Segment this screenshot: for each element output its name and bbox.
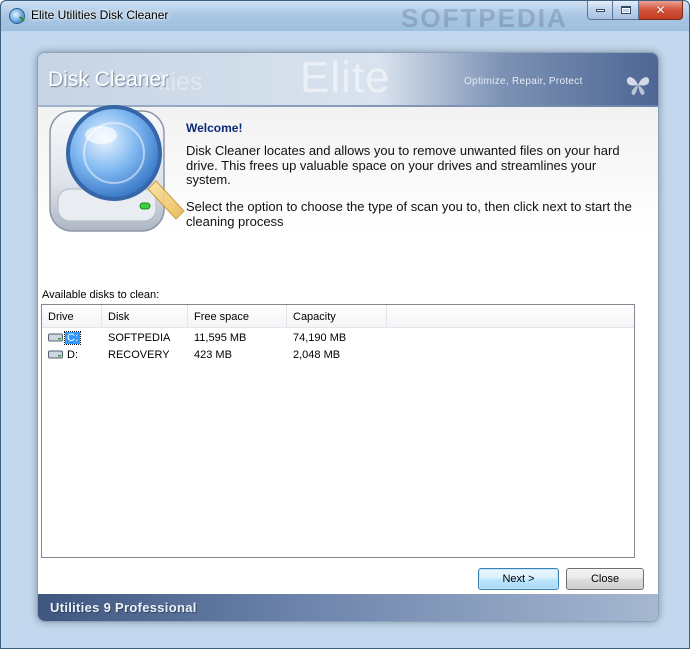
welcome-description: Disk Cleaner locates and allows you to r… xyxy=(186,143,620,187)
drive-cell: C: xyxy=(42,330,102,345)
main-panel: ities Disk Cleaner Elite Optimize, Repai… xyxy=(37,52,659,622)
watermark: SOFTPEDIA xyxy=(401,3,568,33)
window-title: Elite Utilities Disk Cleaner xyxy=(31,8,169,22)
disk-name: SOFTPEDIA xyxy=(108,331,171,344)
hard-drive-icon xyxy=(48,333,63,342)
minimize-icon xyxy=(595,8,605,12)
disk-row[interactable]: D: RECOVERY 423 MB 2,048 MB xyxy=(42,346,634,363)
welcome-heading: Welcome! xyxy=(186,121,243,135)
header-banner: ities Disk Cleaner Elite Optimize, Repai… xyxy=(38,53,658,105)
disk-cleaner-icon xyxy=(49,105,185,232)
disk-list[interactable]: Drive Disk Free space Capacity C: SOFTPE… xyxy=(41,304,635,558)
maximize-button[interactable] xyxy=(613,1,639,20)
close-button[interactable]: Close xyxy=(566,568,644,590)
disk-rows: C: SOFTPEDIA 11,595 MB 74,190 MB D: RECO… xyxy=(42,329,634,363)
product-name: Utilities 9 Professional xyxy=(50,600,197,615)
close-icon: ✕ xyxy=(655,3,666,17)
disk-name: RECOVERY xyxy=(108,348,170,361)
disks-label: Available disks to clean: xyxy=(42,289,160,301)
caption-buttons: ✕ xyxy=(587,1,683,21)
close-window-button[interactable]: ✕ xyxy=(639,1,683,20)
disk-row[interactable]: C: SOFTPEDIA 11,595 MB 74,190 MB xyxy=(42,329,634,346)
drive-cell: D: xyxy=(42,349,102,361)
app-icon[interactable] xyxy=(9,8,25,24)
maximize-icon xyxy=(620,6,631,14)
column-header-capacity[interactable]: Capacity xyxy=(287,305,387,328)
drive-letter: C: xyxy=(64,330,81,345)
disk-list-header: Drive Disk Free space Capacity xyxy=(42,305,634,328)
drive-letter: D: xyxy=(67,348,78,361)
next-button[interactable]: Next > xyxy=(478,568,559,590)
free-space: 423 MB xyxy=(194,348,232,361)
butterfly-icon xyxy=(626,77,650,95)
page-title: Disk Cleaner xyxy=(48,68,169,91)
capacity: 74,190 MB xyxy=(293,331,347,344)
footer-band: Utilities 9 Professional xyxy=(38,594,658,621)
minimize-button[interactable] xyxy=(587,1,613,20)
app-window: Elite Utilities Disk Cleaner SOFTPEDIA ✕… xyxy=(0,0,690,649)
column-header-disk[interactable]: Disk xyxy=(102,305,188,328)
title-bar[interactable]: Elite Utilities Disk Cleaner SOFTPEDIA ✕ xyxy=(1,1,689,33)
welcome-instructions: Select the option to choose the type of … xyxy=(186,199,632,229)
column-header-free-space[interactable]: Free space xyxy=(188,305,287,328)
column-header-drive[interactable]: Drive xyxy=(42,305,102,328)
hard-drive-icon xyxy=(48,350,63,359)
free-space: 11,595 MB xyxy=(194,331,247,344)
tagline: Optimize, Repair, Protect xyxy=(464,76,583,87)
brand-watermark: Elite xyxy=(300,53,391,102)
capacity: 2,048 MB xyxy=(293,348,341,361)
